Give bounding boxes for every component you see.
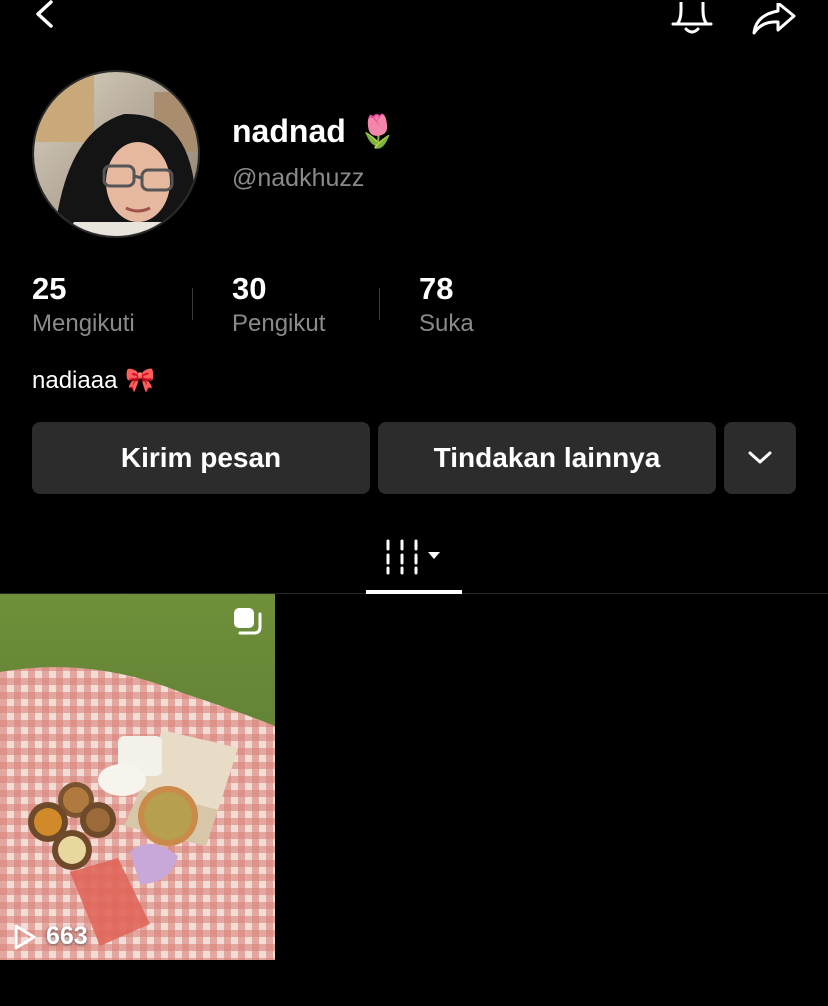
stat-likes[interactable]: 78 Suka [419, 270, 474, 340]
bell-icon [671, 2, 713, 34]
play-icon [14, 924, 36, 949]
tulip-emoji: 🌷 [357, 113, 398, 149]
stat-followers[interactable]: 30 Pengikut [232, 270, 325, 340]
stat-likes-value: 78 [419, 271, 454, 306]
active-tab-indicator [366, 590, 462, 594]
stat-following-value: 25 [32, 271, 67, 306]
ribbon-emoji: 🎀 [125, 367, 156, 394]
username-handle: @nadkhuzz [232, 164, 365, 192]
back-button[interactable] [22, 0, 66, 34]
stat-following-label: Mengikuti [32, 310, 135, 337]
multi-photo-icon [234, 608, 262, 635]
notification-bell-button[interactable] [662, 0, 722, 40]
stat-followers-value: 30 [232, 271, 267, 306]
more-actions-button[interactable]: Tindakan lainnya [378, 422, 716, 494]
display-name: nadnad 🌷 [232, 112, 398, 150]
chevron-down-icon [748, 451, 772, 464]
view-count: 663 [12, 922, 88, 951]
stat-following[interactable]: 25 Mengikuti [32, 270, 135, 340]
grid-icon [386, 539, 440, 575]
tab-videos-grid[interactable] [366, 520, 462, 594]
top-bar [0, 0, 828, 50]
view-count-value: 663 [46, 922, 88, 950]
stat-divider [379, 288, 380, 320]
bio-text: nadiaaa [32, 366, 118, 394]
stat-likes-label: Suka [419, 310, 474, 337]
stat-followers-label: Pengikut [232, 310, 326, 337]
content-tab-bar [0, 520, 828, 594]
bio: nadiaaa 🎀 [32, 366, 155, 395]
multi-photo-badge [232, 606, 264, 638]
share-button[interactable] [742, 0, 802, 40]
video-thumbnail[interactable]: 663 [0, 594, 275, 960]
share-icon [752, 3, 796, 35]
suggested-accounts-dropdown-button[interactable] [724, 422, 796, 494]
stat-divider [192, 288, 193, 320]
display-name-text: nadnad [232, 112, 346, 149]
avatar[interactable] [32, 70, 200, 238]
send-message-button[interactable]: Kirim pesan [32, 422, 370, 494]
chevron-left-icon [36, 0, 53, 28]
profile-stats: 25 Mengikuti 30 Pengikut 78 Suka [32, 270, 632, 342]
